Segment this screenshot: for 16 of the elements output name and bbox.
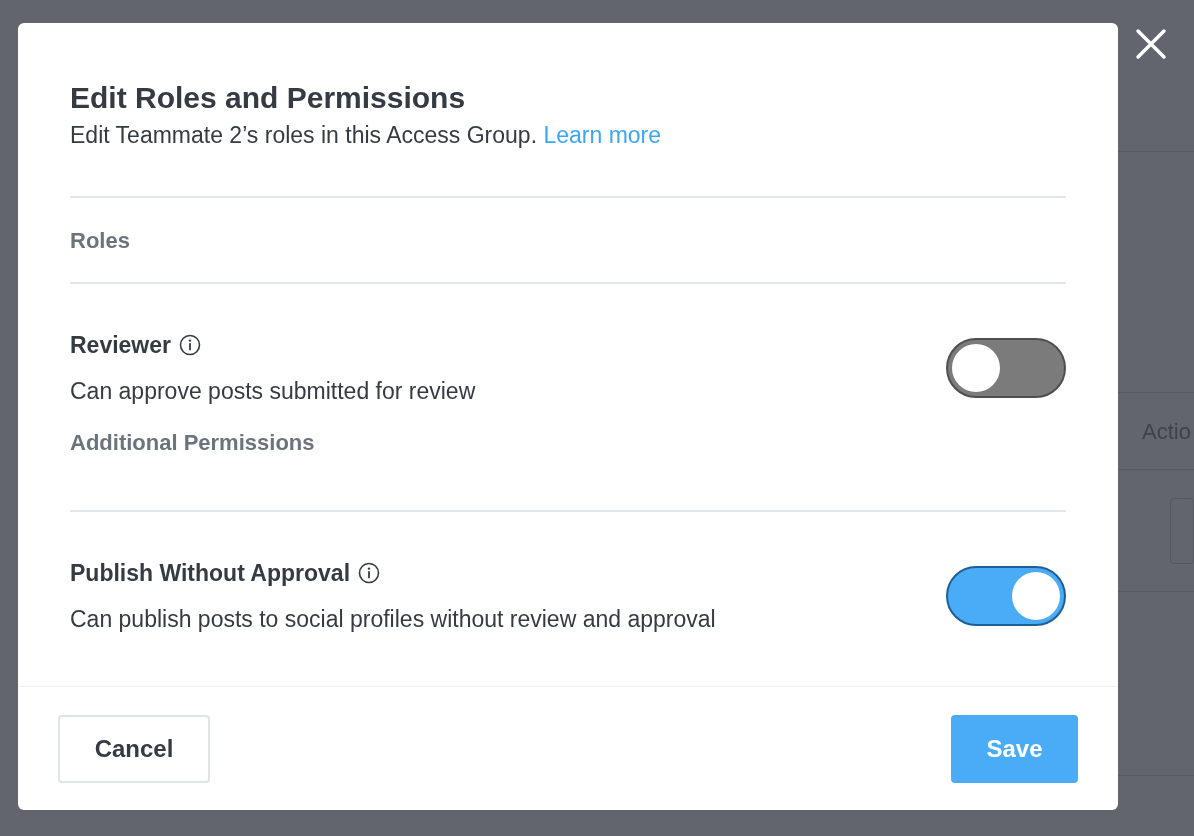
permission-description: Can publish posts to social profiles without review and approval [70, 605, 716, 634]
toggle-switch[interactable] [946, 566, 1066, 626]
permission-name: Reviewer [70, 331, 171, 360]
dialog-subtitle: Edit Teammate 2’s roles in this Access Group. Learn more [70, 121, 663, 150]
section-heading: Roles [70, 226, 130, 255]
close-icon[interactable] [1135, 28, 1167, 60]
save-button[interactable]: Save [951, 714, 1078, 783]
permission-name: Publish Without Approval [70, 559, 351, 588]
cancel-button[interactable]: Cancel [58, 714, 210, 783]
permission-description: Can approve posts submitted for review [70, 377, 476, 406]
toggle-switch[interactable] [946, 338, 1066, 398]
info-icon [358, 562, 381, 584]
section-heading: Additional Permissions [70, 429, 315, 457]
info-icon [179, 334, 201, 356]
dialog-title: Edit Roles and Permissions [70, 80, 467, 116]
learn-more-link[interactable]: Learn more [543, 122, 662, 148]
